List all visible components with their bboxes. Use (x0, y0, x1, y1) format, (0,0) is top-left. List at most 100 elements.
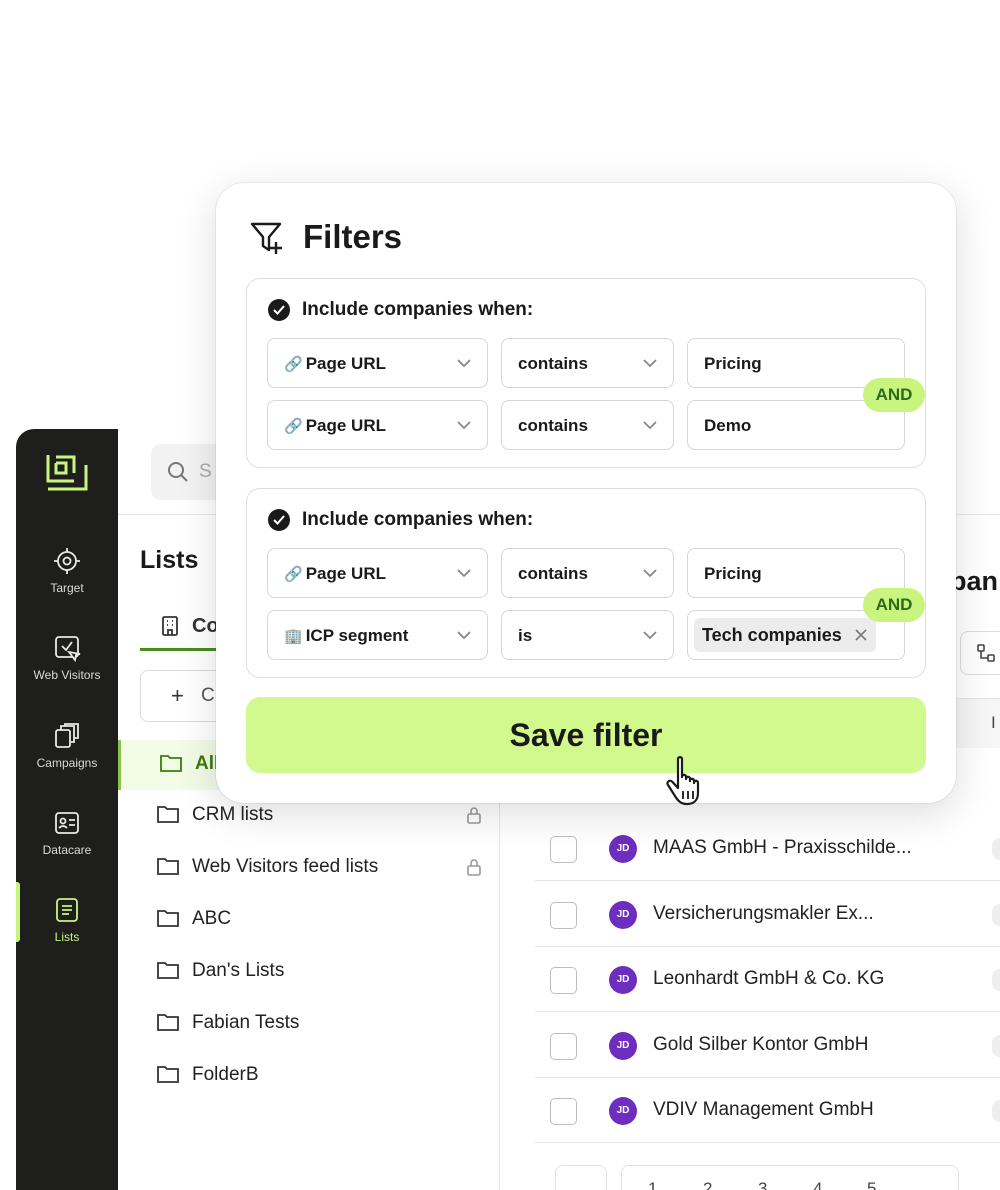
sidebar-item-label: Web Visitors (33, 668, 101, 682)
table-row[interactable]: JD Gold Silber Kontor GmbH (535, 1013, 1000, 1078)
app-logo-icon[interactable] (44, 451, 90, 495)
field-value: Page URL (305, 354, 386, 373)
row-checkbox[interactable] (550, 836, 577, 863)
folder-icon (157, 910, 179, 927)
folder-label: ABC (192, 908, 232, 929)
folder-icon (157, 806, 179, 823)
page-numbers (621, 1165, 959, 1190)
sidebar-item-web-visitors[interactable]: Web Visitors (16, 634, 118, 704)
prev-page-button[interactable] (555, 1165, 607, 1190)
folder-icon (157, 1066, 179, 1083)
lock-icon (467, 859, 481, 876)
operator-select[interactable]: contains (501, 400, 674, 450)
sidebar-item-target[interactable]: Target (16, 547, 118, 617)
field-select[interactable]: 🏢 ICP segment (267, 610, 488, 660)
field-select[interactable]: 🔗 Page URL (267, 338, 488, 388)
folder-label: Dan's Lists (192, 960, 285, 981)
datacare-icon (55, 812, 79, 834)
operator-value: contains (518, 416, 588, 435)
hierarchy-icon (977, 644, 995, 662)
lock-icon (467, 807, 481, 824)
folder-icon (157, 962, 179, 979)
company-name[interactable]: MAAS GmbH - Praxisschilde... (653, 837, 912, 859)
sidebar-item-datacare[interactable]: Datacare (16, 809, 118, 879)
lists-title: Lists (140, 546, 199, 574)
check-circle-icon (268, 299, 290, 321)
sidebar-item-label: Datacare (42, 843, 92, 857)
operator-value: contains (518, 354, 588, 373)
company-name[interactable]: Gold Silber Kontor GmbH (653, 1034, 868, 1056)
sidebar-item-lists[interactable]: Lists (16, 882, 118, 966)
page-number[interactable]: 4 (813, 1179, 822, 1190)
chevron-down-icon (643, 569, 657, 578)
sidebar-item-label: Lists (54, 930, 80, 944)
chevron-down-icon (457, 631, 471, 640)
avatar: JD (609, 1097, 637, 1125)
link-icon: 🔗 (284, 356, 303, 373)
company-name[interactable]: VDIV Management GmbH (653, 1099, 874, 1121)
value-tag: Tech companies (694, 618, 876, 652)
tab-label: Co (192, 615, 219, 637)
target-icon (54, 548, 80, 574)
folder-item[interactable]: Fabian Tests (118, 999, 499, 1049)
operator-select[interactable]: contains (501, 548, 674, 598)
row-checkbox[interactable] (550, 1033, 577, 1060)
table-row[interactable]: JD VDIV Management GmbH (535, 1078, 1000, 1143)
table-row[interactable]: JD MAAS GmbH - Praxisschilde... (535, 816, 1000, 881)
field-value: Page URL (305, 416, 386, 435)
field-select[interactable]: 🔗 Page URL (267, 548, 488, 598)
folder-item[interactable]: ABC (118, 895, 499, 945)
tag-label: Tech companies (702, 625, 842, 645)
cell-pill (992, 1100, 1000, 1122)
search-icon (168, 462, 188, 482)
hierarchy-button[interactable] (960, 631, 1000, 675)
chevron-down-icon (457, 421, 471, 430)
company-name[interactable]: Versicherungsmakler Ex... (653, 903, 874, 925)
field-value: Page URL (305, 564, 386, 583)
cell-pill (992, 838, 1000, 860)
value-text: Pricing (704, 354, 762, 373)
folder-label: CRM lists (192, 804, 274, 825)
sidebar-item-label: Target (50, 581, 84, 595)
and-connector-badge[interactable]: AND (863, 588, 925, 622)
avatar: JD (609, 1032, 637, 1060)
table-row[interactable]: JD Leonhardt GmbH & Co. KG (535, 947, 1000, 1012)
chevron-down-icon (643, 421, 657, 430)
sidebar: Target Web Visitors Campaigns Datacare L… (16, 429, 118, 1190)
group-heading: Include companies when: (302, 299, 534, 320)
cell-pill (992, 904, 1000, 926)
sidebar-item-campaigns[interactable]: Campaigns (16, 722, 118, 792)
folder-item[interactable]: FolderB (118, 1051, 499, 1101)
avatar: JD (609, 901, 637, 929)
link-icon: 🔗 (284, 418, 303, 435)
operator-select[interactable]: is (501, 610, 674, 660)
row-checkbox[interactable] (550, 967, 577, 994)
field-select[interactable]: 🔗 Page URL (267, 400, 488, 450)
companies-title: pan (950, 566, 999, 596)
avatar: JD (609, 966, 637, 994)
avatar: JD (609, 835, 637, 863)
folder-item[interactable]: Web Visitors feed lists (118, 843, 499, 893)
check-circle-icon (268, 509, 290, 531)
save-filter-button[interactable]: Save filter (246, 697, 926, 773)
row-checkbox[interactable] (550, 902, 577, 929)
row-checkbox[interactable] (550, 1098, 577, 1125)
page-number[interactable]: 2 (703, 1179, 712, 1190)
chevron-down-icon (457, 359, 471, 368)
folder-item[interactable]: Dan's Lists (118, 947, 499, 997)
create-label: C (201, 685, 215, 706)
page-number[interactable]: 3 (758, 1179, 767, 1190)
operator-select[interactable]: contains (501, 338, 674, 388)
link-icon: 🔗 (284, 566, 303, 583)
and-connector-badge[interactable]: AND (863, 378, 925, 412)
group-heading: Include companies when: (302, 509, 534, 530)
company-name[interactable]: Leonhardt GmbH & Co. KG (653, 968, 884, 990)
operator-value: contains (518, 564, 588, 583)
sidebar-item-label: Campaigns (36, 756, 98, 770)
close-icon[interactable] (854, 628, 868, 642)
chevron-down-icon (643, 631, 657, 640)
lists-icon (56, 898, 78, 922)
page-number[interactable]: 5 (867, 1179, 876, 1190)
table-row[interactable]: JD Versicherungsmakler Ex... (535, 882, 1000, 947)
page-number[interactable]: 1 (648, 1179, 657, 1190)
